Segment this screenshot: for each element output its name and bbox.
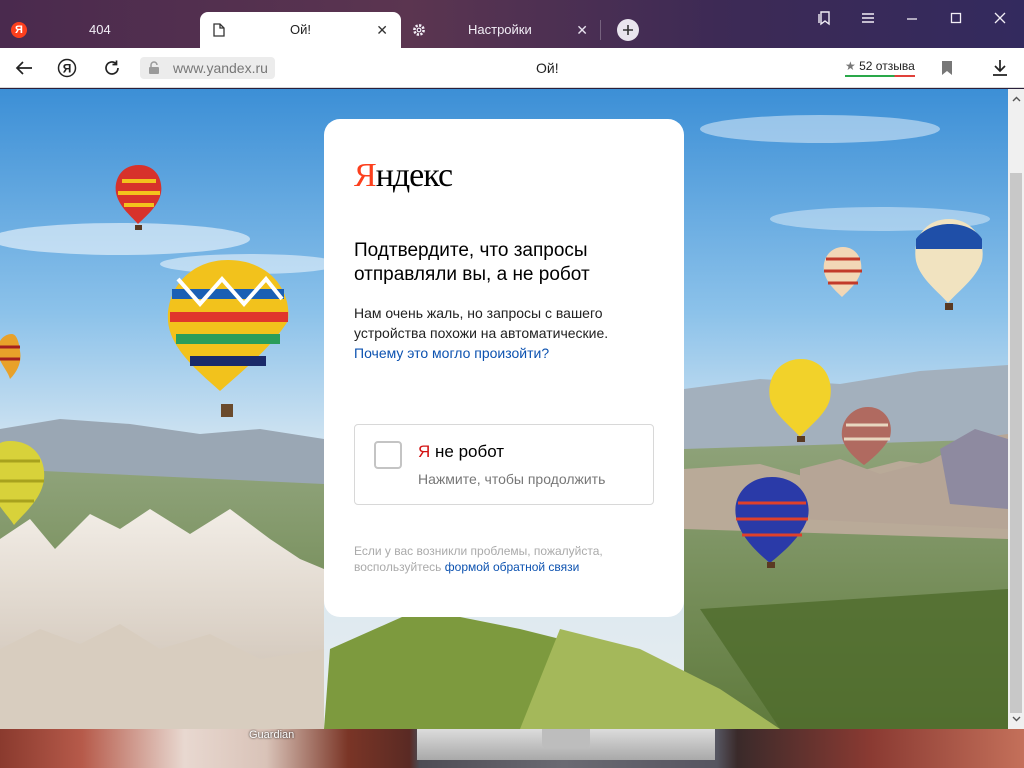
yandex-logo-icon: Я (11, 22, 27, 38)
reload-icon (105, 60, 119, 75)
tab-divider (600, 20, 601, 40)
chevron-down-icon (1012, 716, 1020, 722)
captcha-heading: Подтвердите, что запросы отправляли вы, … (354, 240, 590, 285)
scroll-down-button[interactable] (1008, 711, 1024, 727)
menu-button[interactable] (856, 6, 880, 30)
close-icon[interactable]: ✕ (376, 23, 388, 37)
checkbox-subtitle: Нажмите, чтобы продолжить (418, 471, 606, 487)
arrow-left-icon (15, 61, 32, 75)
not-robot-checkbox[interactable] (374, 441, 402, 469)
taskbar-window-preview[interactable] (417, 729, 715, 760)
bookmark-icon (942, 61, 952, 75)
captcha-card: Яндекс Подтвердите, что запросы отправля… (324, 119, 684, 617)
new-tab-button[interactable] (617, 19, 639, 41)
vertical-scrollbar[interactable] (1008, 89, 1024, 729)
taskbar: Guardian (0, 729, 1024, 768)
svg-text:Я: Я (63, 62, 72, 76)
tab-title: 404 (89, 22, 111, 37)
address-bar: Я www.yandex.ru Ой! ★ 52 отзыва (0, 48, 1024, 88)
tab-title: Настройки (468, 22, 532, 37)
taskbar-window-tab (542, 729, 590, 748)
checkbox-ya: Я (418, 442, 431, 461)
page-content: Яндекс Подтвердите, что запросы отправля… (0, 89, 1008, 729)
url-text: www.yandex.ru (173, 60, 268, 76)
yandex-logo[interactable]: Яндекс (354, 157, 453, 194)
page-title: Ой! (536, 60, 559, 76)
reviews-count: 52 отзыва (859, 59, 915, 73)
url-field[interactable]: www.yandex.ru (140, 57, 275, 79)
tabs-overview-button[interactable] (812, 6, 836, 30)
bookmark-button[interactable] (935, 56, 959, 80)
chevron-up-icon (1012, 96, 1020, 102)
description-text: Нам очень жаль, но запросы с вашего устр… (354, 305, 609, 341)
close-icon[interactable]: ✕ (576, 23, 588, 37)
taskbar-label: Guardian (249, 729, 295, 741)
scroll-thumb[interactable] (1010, 173, 1022, 713)
tab-strip: Я 404 Ой! ✕ Настройки ✕ (0, 0, 1024, 48)
tab-404[interactable]: Я 404 (0, 12, 200, 48)
lock-icon[interactable] (144, 58, 164, 78)
close-icon (994, 12, 1006, 24)
close-window-button[interactable] (988, 6, 1012, 30)
checkbox-title-text: не робот (435, 442, 505, 461)
back-button[interactable] (12, 56, 36, 80)
help-text: Если у вас возникли проблемы, пожалуйста… (354, 543, 654, 575)
minimize-button[interactable] (900, 6, 924, 30)
feedback-form-link[interactable]: формой обратной связи (445, 560, 580, 574)
yandex-circle-icon: Я (57, 58, 77, 78)
logo-rest: ндекс (375, 157, 453, 194)
hamburger-icon (862, 13, 874, 23)
plus-icon (623, 25, 633, 35)
captcha-description: Нам очень жаль, но запросы с вашего устр… (354, 303, 634, 363)
scroll-up-button[interactable] (1008, 91, 1024, 107)
page-icon (211, 22, 227, 38)
reload-button[interactable] (100, 56, 124, 80)
not-robot-checkbox-widget[interactable]: Я не робот Нажмите, чтобы продолжить (354, 424, 654, 505)
tab-title: Ой! (290, 22, 311, 37)
tab-captcha[interactable]: Ой! ✕ (200, 12, 401, 48)
star-icon: ★ (845, 59, 856, 73)
downloads-button[interactable] (988, 56, 1012, 80)
tab-settings[interactable]: Настройки ✕ (401, 12, 600, 48)
why-link[interactable]: Почему это могло произойти? (354, 345, 549, 361)
checkbox-title: Я не робот (418, 442, 504, 462)
maximize-button[interactable] (944, 6, 968, 30)
gear-icon (411, 22, 427, 38)
download-icon (993, 60, 1007, 76)
bookmarks-panel-icon (818, 11, 830, 26)
reviews-link[interactable]: ★ 52 отзыва (845, 59, 915, 77)
minimize-icon (907, 18, 917, 20)
yandex-home-button[interactable]: Я (55, 56, 79, 80)
logo-first-letter: Я (354, 157, 377, 194)
maximize-icon (950, 12, 962, 24)
